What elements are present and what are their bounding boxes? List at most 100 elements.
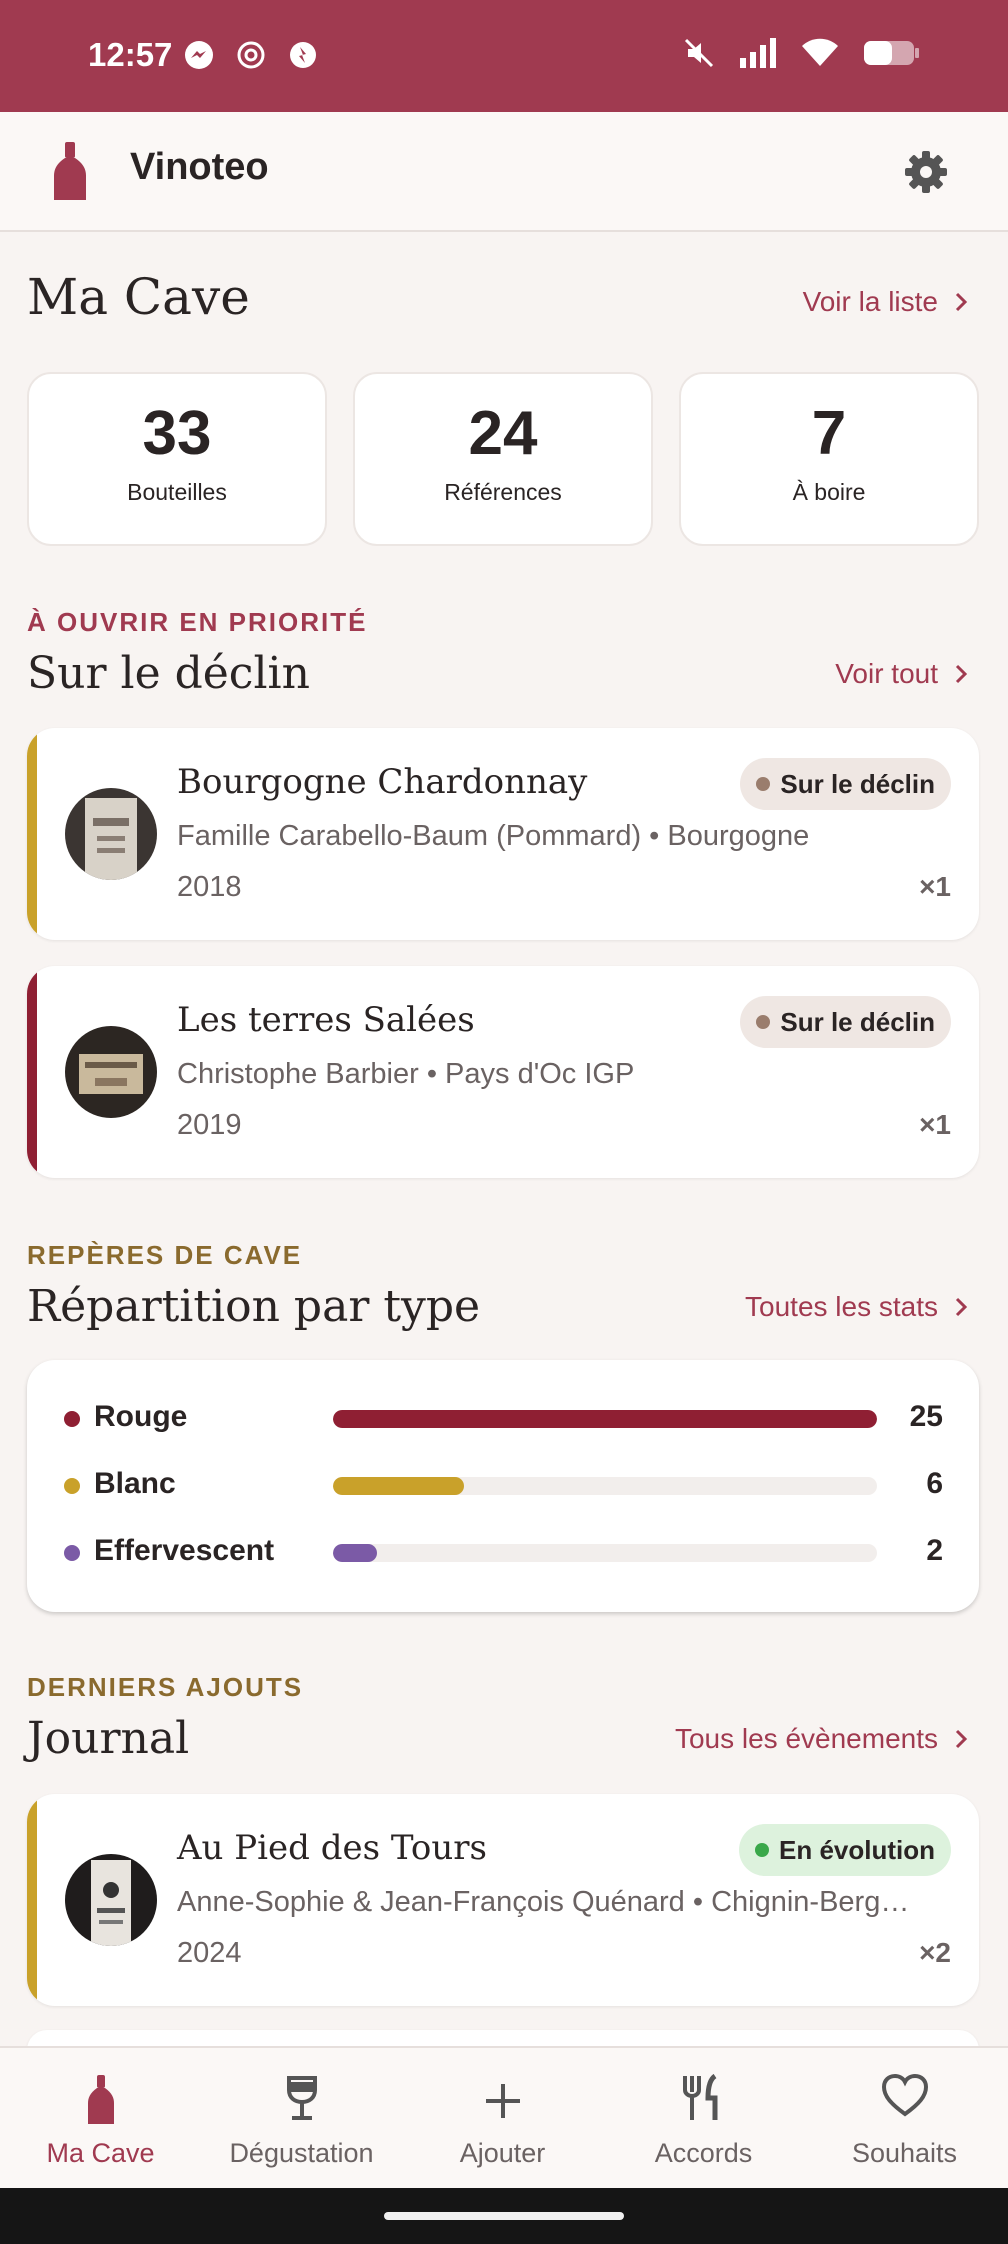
distribution-row: Effervescent 2 xyxy=(27,1532,979,1572)
type-dot xyxy=(64,1411,80,1427)
wine-quantity: ×2 xyxy=(919,1937,951,1968)
wine-thumbnail xyxy=(65,788,157,880)
status-dot xyxy=(756,1015,771,1029)
nav-label: Accords xyxy=(654,2138,753,2168)
stat-label: À boire xyxy=(792,479,866,505)
voir-tout-label: Voir tout xyxy=(835,658,938,689)
bottle-icon xyxy=(87,2075,114,2124)
stat-value: 33 xyxy=(142,399,212,468)
distribution-bar xyxy=(333,1544,877,1562)
type-label: Blanc xyxy=(94,1467,176,1500)
system-icons xyxy=(682,36,922,70)
chevron-right-icon xyxy=(955,664,968,684)
app-header: Vinoteo xyxy=(0,112,1008,232)
nav-ajouter[interactable]: Ajouter xyxy=(402,2048,603,2190)
wine-card[interactable]: Bourgogne Chardonnay Sur le déclin Famil… xyxy=(27,728,979,940)
notification-icons xyxy=(182,38,320,72)
wine-thumbnail xyxy=(65,1026,157,1118)
priority-overline: À OUVRIR EN PRIORITÉ xyxy=(27,607,368,637)
status-badge: En évolution xyxy=(739,1824,951,1876)
wine-name: Bourgogne Chardonnay xyxy=(177,762,588,802)
app-title: Vinoteo xyxy=(130,146,269,188)
fork-knife-icon xyxy=(682,2074,717,2120)
nav-label: Dégustation xyxy=(229,2138,374,2168)
type-dot xyxy=(64,1478,80,1494)
wine-name: Au Pied des Tours xyxy=(177,1828,487,1868)
tous-les-evenements-label: Tous les évènements xyxy=(674,1723,938,1754)
wine-glass-icon xyxy=(286,2076,317,2120)
home-gesture-handle[interactable] xyxy=(384,2212,624,2220)
stat-bouteilles[interactable]: 33 Bouteilles xyxy=(27,372,327,546)
status-badge: Sur le déclin xyxy=(740,996,951,1048)
wine-type-stripe xyxy=(27,1794,37,2006)
signal-icon xyxy=(740,38,776,68)
status-badge-label: Sur le déclin xyxy=(780,1007,935,1037)
plus-icon xyxy=(485,2084,520,2118)
heart-icon xyxy=(881,2074,928,2117)
wine-producer: Famille Carabello-Baum (Pommard) • Bourg… xyxy=(177,820,810,852)
toutes-les-stats-link[interactable]: Toutes les stats xyxy=(745,1291,968,1323)
openai-icon xyxy=(237,41,265,69)
type-dot xyxy=(64,1545,80,1561)
wine-thumbnail xyxy=(65,1854,157,1946)
status-dot xyxy=(755,1843,769,1857)
wine-card[interactable]: Les terres Salées Sur le déclin Christop… xyxy=(27,966,979,1178)
priority-title: Sur le déclin xyxy=(27,648,310,699)
stat-value: 7 xyxy=(811,399,847,468)
stat-label: Bouteilles xyxy=(127,479,227,505)
nav-degustation[interactable]: Dégustation xyxy=(201,2048,402,2190)
bottle-logo-icon xyxy=(54,142,86,200)
distribution-bar-fill xyxy=(333,1410,877,1428)
distribution-bar-fill xyxy=(333,1477,464,1495)
type-count: 25 xyxy=(909,1400,943,1433)
wine-card[interactable]: Au Pied des Tours En évolution Anne-Soph… xyxy=(27,1794,979,2006)
wine-type-stripe xyxy=(27,966,37,1178)
wine-producer: Anne-Sophie & Jean-François Quénard • Ch… xyxy=(177,1886,910,1918)
distribution-bar xyxy=(333,1410,877,1428)
nav-label: Souhaits xyxy=(851,2138,958,2168)
status-time: 12:57 xyxy=(88,36,173,73)
status-bar: 12:57 xyxy=(0,0,1008,112)
stat-label: Références xyxy=(444,479,562,505)
tous-les-evenements-link[interactable]: Tous les évènements xyxy=(675,1723,968,1755)
voir-tout-link[interactable]: Voir tout xyxy=(835,658,968,690)
nav-ma-cave[interactable]: Ma Cave xyxy=(0,2048,201,2190)
reperes-title: Répartition par type xyxy=(27,1281,481,1332)
cave-title: Ma Cave xyxy=(27,268,250,326)
type-label: Rouge xyxy=(94,1400,188,1433)
type-distribution-card: Rouge 25 Blanc 6 Effervescent 2 xyxy=(27,1360,979,1612)
toutes-les-stats-label: Toutes les stats xyxy=(745,1291,938,1322)
distribution-bar xyxy=(333,1477,877,1495)
wine-quantity: ×1 xyxy=(919,1109,951,1140)
stat-a-boire[interactable]: 7 À boire xyxy=(679,372,979,546)
distribution-row: Rouge 25 xyxy=(27,1398,979,1438)
journal-title: Journal xyxy=(27,1713,190,1764)
type-count: 6 xyxy=(926,1467,943,1500)
nav-souhaits[interactable]: Souhaits xyxy=(804,2048,1005,2190)
gear-icon[interactable] xyxy=(902,148,950,196)
system-gesture-bar xyxy=(0,2188,1008,2244)
distribution-bar-fill xyxy=(333,1544,377,1562)
chevron-right-icon xyxy=(955,1729,968,1749)
wine-type-stripe xyxy=(27,728,37,940)
voir-la-liste-link[interactable]: Voir la liste xyxy=(803,286,968,318)
status-badge: Sur le déclin xyxy=(740,758,951,810)
battery-icon xyxy=(864,41,919,65)
wifi-icon xyxy=(802,38,838,66)
status-dot xyxy=(756,777,771,791)
stat-references[interactable]: 24 Références xyxy=(353,372,653,546)
voir-la-liste-label: Voir la liste xyxy=(802,286,938,317)
wine-producer: Christophe Barbier • Pays d'Oc IGP xyxy=(177,1058,635,1090)
nav-accords[interactable]: Accords xyxy=(603,2048,804,2190)
wine-year: 2018 xyxy=(177,871,242,903)
chevron-right-icon xyxy=(955,1297,968,1317)
nav-label: Ajouter xyxy=(459,2138,546,2168)
journal-overline: DERNIERS AJOUTS xyxy=(27,1672,304,1702)
app-notification-icon xyxy=(290,42,316,68)
reperes-overline: REPÈRES DE CAVE xyxy=(27,1240,303,1270)
wine-name: Les terres Salées xyxy=(177,1000,475,1040)
wine-quantity: ×1 xyxy=(919,871,951,902)
bottom-navigation: Ma Cave Dégustation Ajouter Accords Souh… xyxy=(0,2046,1008,2188)
stat-value: 24 xyxy=(468,399,538,468)
status-badge-label: En évolution xyxy=(779,1835,935,1865)
